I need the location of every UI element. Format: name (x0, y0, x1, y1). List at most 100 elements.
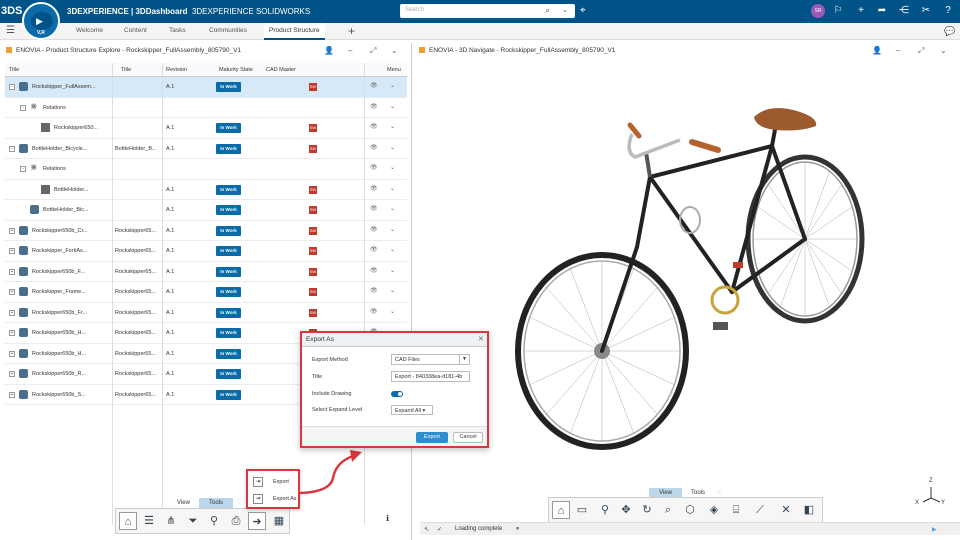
table-row[interactable]: - ⋇ Relations 👁 ⌄ (5, 98, 407, 118)
chevron-down-icon[interactable]: ⌄ (390, 123, 395, 130)
tab-communities[interactable]: Communities (209, 27, 247, 34)
share-icon[interactable]: ➦ (876, 5, 888, 16)
chevron-down-icon[interactable]: ⌄ (390, 267, 395, 274)
bicycle-3d-model[interactable] (420, 62, 960, 522)
tag-icon[interactable]: ⌖ (580, 5, 586, 16)
cylinder-icon[interactable]: ⌸ (727, 501, 745, 519)
view-tab[interactable]: View (171, 498, 196, 508)
favorite-icon[interactable]: ♡ (234, 498, 244, 508)
render-icon[interactable]: ◈ (705, 501, 723, 519)
eye-icon[interactable]: 👁 (370, 308, 378, 315)
tab-product-structure[interactable]: Product Structure (264, 23, 325, 40)
expand-toggle-icon[interactable]: + (9, 289, 15, 295)
print-icon[interactable]: ⎙ (227, 512, 245, 530)
menu-item-export-as[interactable]: ⇥ Export As (251, 492, 299, 507)
close-icon[interactable]: ✕ (777, 501, 795, 519)
chevron-down-icon[interactable]: ⌄ (390, 287, 395, 294)
rotate-icon[interactable]: ↻ (638, 501, 656, 519)
table-row[interactable]: - BottleHolder_Bicycle... BottleHolder_B..… (5, 139, 407, 159)
expand-level-select[interactable]: Expand All ▾ (391, 405, 433, 415)
search-input[interactable]: Search ⌕ ⌄ (400, 4, 575, 18)
row-title[interactable]: Rockskipper650... (54, 125, 114, 131)
list-icon[interactable]: ☰ (140, 512, 158, 530)
flag-icon[interactable]: ⚐ (832, 5, 844, 16)
add-icon[interactable]: + (855, 5, 867, 16)
eye-icon[interactable]: 👁 (370, 226, 378, 233)
cancel-button[interactable]: Cancel (453, 432, 483, 443)
expand-toggle-icon[interactable]: + (9, 309, 15, 316)
eye-icon[interactable]: 👁 (370, 246, 378, 253)
chevron-down-icon[interactable]: ⌄ (390, 205, 395, 212)
col-title-2[interactable]: Title (121, 67, 131, 73)
table-row[interactable]: - Rockskipper_FullAssem... A.1 In Work SW 👁 ⌄ (5, 77, 407, 98)
help-icon[interactable]: ? (942, 5, 954, 16)
chevron-down-icon[interactable]: ⌄ (390, 226, 395, 233)
close-icon[interactable]: ✕ (478, 335, 484, 343)
table-row[interactable]: Rockskipper650... A.1 In Work SW 👁 ⌄ (5, 118, 407, 139)
nodes-icon[interactable]: ⋔ (162, 512, 180, 530)
expand-toggle-icon[interactable]: + (9, 350, 15, 357)
export-button[interactable]: Export (416, 432, 448, 443)
expand-toggle-icon[interactable]: + (9, 227, 15, 234)
home-icon[interactable]: ⌂ (119, 512, 137, 530)
title-input[interactable]: Export - 840338ea-d181-4b (391, 371, 470, 382)
tools-tab[interactable]: Tools (199, 498, 233, 508)
eye-icon[interactable]: 👁 (370, 123, 378, 130)
expand-toggle-icon[interactable]: - (9, 145, 15, 152)
row-title[interactable]: Rockskipper_FullAssem... (32, 84, 114, 90)
panel-icon[interactable]: ▭ (573, 501, 591, 519)
eye-icon[interactable]: 👁 (370, 185, 378, 192)
play-icon[interactable]: ▶ (36, 16, 43, 27)
minimize-icon[interactable]: – (896, 46, 900, 55)
export-method-select[interactable]: CAD Files ▼ (391, 354, 470, 365)
table-row[interactable]: - ⋇ Relations 👁 ⌄ (5, 159, 407, 180)
table-row[interactable]: BottleHolder_Bic... A.1 In Work SW 👁 ⌄ (5, 200, 407, 221)
row-title[interactable]: Rockskipper650b_Fr... (32, 310, 114, 316)
chevron-down-icon[interactable]: ▼ (459, 355, 469, 364)
pause-icon[interactable]: ⏸ (516, 526, 519, 533)
table-settings-icon[interactable]: ▦ (270, 512, 288, 530)
eye-icon[interactable]: 👁 (370, 103, 378, 110)
binoculars-icon[interactable]: ⚲ (205, 512, 223, 530)
table-row[interactable]: BottleHolder... A.1 In Work SW 👁 ⌄ (5, 180, 407, 200)
3ds-logo-icon[interactable]: 3DS (1, 1, 22, 21)
table-row[interactable]: + Rockskipper_ForkAs... Rockskipper65... A.… (5, 241, 407, 262)
expand-toggle-icon[interactable]: + (9, 268, 15, 275)
col-maturity-state[interactable]: Maturity State (219, 67, 253, 73)
row-title[interactable]: Rockskipper650b_S... (32, 392, 114, 398)
expand-toggle-icon[interactable]: - (9, 84, 15, 90)
zoom-icon[interactable]: ⚲ (596, 501, 614, 519)
tab-welcome[interactable]: Welcome (76, 27, 103, 34)
chat-icon[interactable]: 💬 (944, 26, 955, 37)
tools-icon[interactable]: ✂ (920, 5, 932, 16)
expand-toggle-icon[interactable]: + (9, 371, 15, 377)
chevron-down-icon[interactable]: ⌄ (390, 82, 395, 89)
play-icon[interactable]: ▶ (932, 526, 937, 533)
compass-widget[interactable]: ▶ V,R (22, 2, 60, 40)
table-row[interactable]: + Rockskipper650b_Cr... Rockskipper65... A.… (5, 221, 407, 241)
eye-icon[interactable]: 👁 (370, 144, 378, 151)
export-icon[interactable]: ➜ (248, 512, 266, 530)
eye-icon[interactable]: 👁 (370, 82, 378, 89)
eye-icon[interactable]: 👁 (370, 267, 378, 274)
table-row[interactable]: + Rockskipper650b_F... Rockskipper65... A.1… (5, 262, 407, 282)
tab-tasks[interactable]: Tasks (169, 27, 186, 34)
measure-icon[interactable]: ⟋ (751, 501, 769, 519)
row-title[interactable]: Rockskipper650b_Cr... (32, 228, 114, 234)
tab-content[interactable]: Content (124, 27, 147, 34)
row-title[interactable]: Rockskipper650b_R... (32, 371, 114, 377)
expand-toggle-icon[interactable]: + (9, 330, 15, 336)
menu-item-export[interactable]: ⇥ Export (251, 475, 299, 490)
row-title[interactable]: BottleHolder_Bicycle... (32, 146, 114, 152)
chevron-down-icon[interactable]: ⌄ (390, 308, 395, 315)
col-cad-master[interactable]: CAD Master (266, 67, 296, 73)
cursor-icon[interactable]: ↖ (424, 526, 429, 533)
maximize-icon[interactable]: ⤢ (370, 46, 376, 56)
expand-toggle-icon[interactable]: + (9, 391, 15, 398)
row-title[interactable]: Rockskipper650b_F... (32, 269, 114, 275)
col-title[interactable]: Title (9, 67, 19, 73)
share-user-icon[interactable]: 👤 (872, 46, 882, 55)
chevron-down-icon[interactable]: ⌄ (390, 185, 395, 192)
expand-toggle-icon[interactable]: - (20, 166, 26, 172)
network-icon[interactable]: ⋲ (898, 5, 910, 16)
